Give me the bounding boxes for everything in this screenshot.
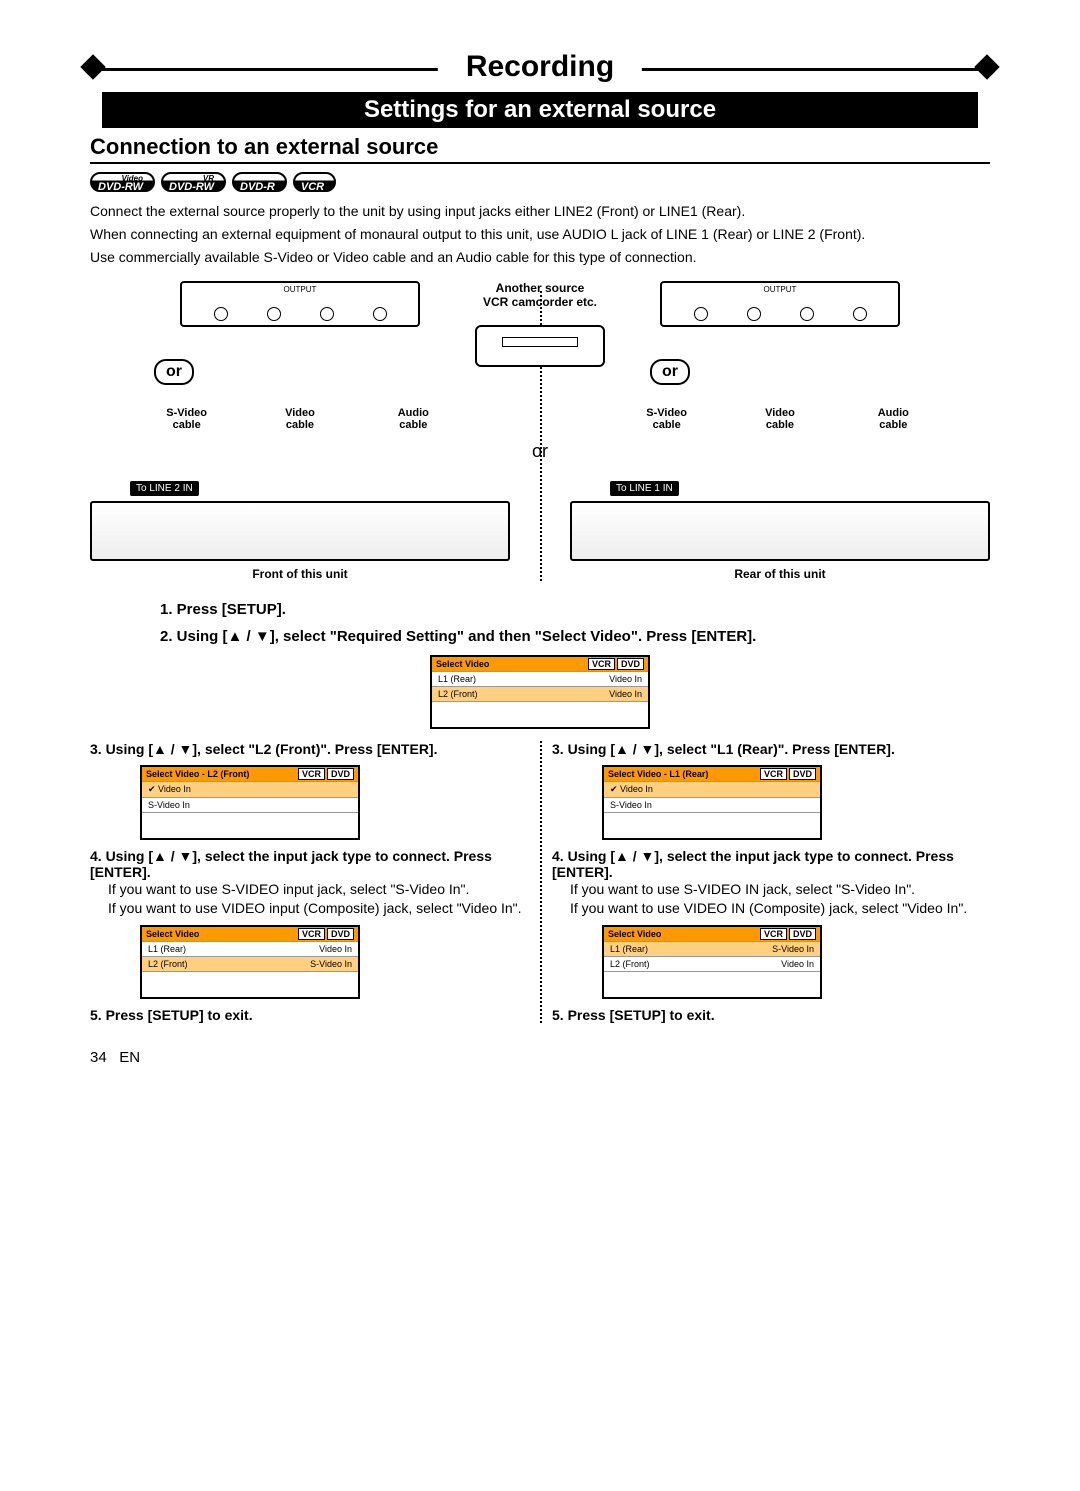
source-device-label: Another source VCR camcorder etc. — [450, 281, 630, 309]
or-badge: or — [650, 359, 690, 385]
jack-row — [662, 307, 898, 321]
intro-line: When connecting an external equipment of… — [90, 225, 990, 244]
diagram-rear: OUTPUT or S-Video cable Video cable Audi… — [570, 281, 990, 431]
badge-dvd-rw-vr: VRDVD-RW — [161, 172, 226, 192]
svideo-cable-label: S-Video cable — [157, 407, 217, 431]
select-video-result-menu: Select VideoVCRDVD L1 (Rear)Video In L2 … — [140, 925, 360, 999]
branch-columns: 3. Using [▲ / ▼], select "L2 (Front)". P… — [90, 741, 990, 1024]
jack-icon — [373, 307, 387, 321]
left-column: 3. Using [▲ / ▼], select "L2 (Front)". P… — [90, 741, 528, 1024]
select-video-result-menu: Select VideoVCRDVD L1 (Rear)S-Video In L… — [602, 925, 822, 999]
or-badge: or — [154, 359, 194, 385]
jack-icon — [800, 307, 814, 321]
intro-line: Use commercially available S-Video or Vi… — [90, 248, 990, 267]
jack-icon — [320, 307, 334, 321]
step-4-note: If you want to use VIDEO input (Composit… — [108, 899, 528, 918]
cable-labels: S-Video cable Video cable Audio cable — [90, 407, 510, 431]
vcr-icon — [475, 325, 605, 367]
jack-row — [182, 307, 418, 321]
section-banner: Settings for an external source — [102, 92, 978, 128]
badge-vcr: VCR — [293, 172, 336, 192]
output-panel: OUTPUT — [180, 281, 420, 327]
step-3-left: 3. Using [▲ / ▼], select "L2 (Front)". P… — [90, 741, 528, 757]
step-4-right: 4. Using [▲ / ▼], select the input jack … — [552, 848, 990, 880]
or-label: or — [532, 441, 548, 462]
step-4-left: 4. Using [▲ / ▼], select the input jack … — [90, 848, 528, 880]
select-video-l2-menu: Select Video - L2 (Front)VCRDVD Video In… — [140, 765, 360, 840]
menu-row-selected: L1 (Rear)S-Video In — [604, 941, 820, 956]
menu-row: S-Video In — [604, 797, 820, 812]
page-footer: 34 EN — [90, 1049, 990, 1066]
step-5-left: 5. Press [SETUP] to exit. — [90, 1007, 528, 1023]
chapter-title: Recording — [438, 50, 642, 84]
menu-row: L1 (Rear)Video In — [142, 941, 358, 956]
unit-front-icon — [90, 501, 510, 561]
line1-badge: To LINE 1 IN — [610, 481, 679, 496]
line2-badge: To LINE 2 IN — [130, 481, 199, 496]
menu-title-row: Select Video VCRDVD — [432, 657, 648, 671]
step-4-note: If you want to use S-VIDEO IN jack, sele… — [570, 880, 990, 899]
step-4-note: If you want to use VIDEO IN (Composite) … — [570, 899, 990, 918]
section-title: Connection to an external source — [90, 134, 990, 164]
jack-icon — [747, 307, 761, 321]
jack-icon — [214, 307, 228, 321]
svideo-cable-label: S-Video cable — [637, 407, 697, 431]
menu-row-selected: Video In — [142, 781, 358, 797]
jack-icon — [853, 307, 867, 321]
select-video-l1-menu: Select Video - L1 (Rear)VCRDVD Video In … — [602, 765, 822, 840]
badge-dvd-r: DVD-R — [232, 172, 287, 192]
intro-text: Connect the external source properly to … — [90, 202, 990, 267]
setup-steps: 1. Press [SETUP]. 2. Using [▲ / ▼], sele… — [160, 601, 990, 645]
unit-rear-icon — [570, 501, 990, 561]
menu-title: Select Video — [436, 659, 489, 669]
step-1: 1. Press [SETUP]. — [160, 601, 990, 618]
right-column: 3. Using [▲ / ▼], select "L1 (Rear)". Pr… — [552, 741, 990, 1024]
menu-row-selected: L2 (Front)S-Video In — [142, 956, 358, 971]
jack-icon — [267, 307, 281, 321]
menu-row: L1 (Rear)Video In — [432, 671, 648, 686]
diagram-front: OUTPUT or S-Video cable Video cable Audi… — [90, 281, 510, 431]
cable-labels: S-Video cable Video cable Audio cable — [570, 407, 990, 431]
step-3-right: 3. Using [▲ / ▼], select "L1 (Rear)". Pr… — [552, 741, 990, 757]
front-caption: Front of this unit — [90, 567, 510, 581]
page-number: 34 — [90, 1049, 107, 1066]
step-4-note: If you want to use S-VIDEO input jack, s… — [108, 880, 528, 899]
chapter-banner: Recording — [90, 50, 990, 84]
step-2: 2. Using [▲ / ▼], select "Required Setti… — [160, 628, 990, 645]
menu-row-selected: Video In — [604, 781, 820, 797]
select-video-menu: Select Video VCRDVD L1 (Rear)Video In L2… — [430, 655, 650, 729]
audio-cable-label: Audio cable — [383, 407, 443, 431]
page-lang: EN — [119, 1049, 140, 1066]
video-cable-label: Video cable — [270, 407, 330, 431]
jack-icon — [694, 307, 708, 321]
audio-cable-label: Audio cable — [863, 407, 923, 431]
menu-row: S-Video In — [142, 797, 358, 812]
step-5-right: 5. Press [SETUP] to exit. — [552, 1007, 990, 1023]
output-panel: OUTPUT — [660, 281, 900, 327]
menu-row-selected: L2 (Front)Video In — [432, 686, 648, 701]
badge-dvd-rw-video: VideoDVD-RW — [90, 172, 155, 192]
menu-tabs: VCRDVD — [586, 659, 644, 669]
format-badges: VideoDVD-RW VRDVD-RW DVD-R VCR — [90, 172, 990, 192]
intro-line: Connect the external source properly to … — [90, 202, 990, 221]
video-cable-label: Video cable — [750, 407, 810, 431]
rear-caption: Rear of this unit — [570, 567, 990, 581]
menu-row: L2 (Front)Video In — [604, 956, 820, 971]
connection-diagram: Another source VCR camcorder etc. or OUT… — [90, 281, 990, 591]
